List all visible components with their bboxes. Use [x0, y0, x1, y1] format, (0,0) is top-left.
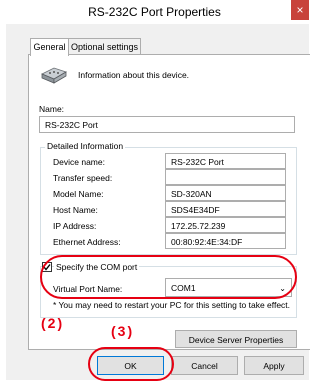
cancel-button[interactable]: Cancel: [171, 356, 238, 375]
ethernet-address-label: Ethernet Address:: [53, 237, 121, 247]
device-info-text: Information about this device.: [78, 70, 190, 80]
annotation-circle-ok: [88, 347, 174, 381]
model-name-field: SD-320AN: [165, 185, 286, 201]
host-name-label: Host Name:: [53, 205, 98, 215]
ip-address-field: 172.25.72.239: [165, 217, 286, 233]
annotation-circle-com: [40, 255, 297, 299]
model-name-label: Model Name:: [53, 189, 104, 199]
restart-note: * You may need to restart your PC for th…: [53, 300, 291, 310]
transfer-speed-label: Transfer speed:: [53, 173, 113, 183]
device-name-field: RS-232C Port: [165, 153, 286, 169]
annotation-number-2: (2): [41, 315, 65, 331]
detailed-info-label: Detailed Information: [45, 141, 126, 151]
host-name-field: SDS4E34DF: [165, 201, 286, 217]
ip-address-label: IP Address:: [53, 221, 97, 231]
apply-button[interactable]: Apply: [244, 356, 304, 375]
ethernet-address-field: 00:80:92:4E:34:DF: [165, 233, 286, 249]
close-button[interactable]: ×: [291, 0, 309, 20]
name-label: Name:: [39, 104, 65, 114]
name-field[interactable]: RS-232C Port: [39, 116, 295, 133]
serial-port-icon: [40, 64, 68, 86]
transfer-speed-field: [165, 169, 286, 185]
device-server-properties-button[interactable]: Device Server Properties: [175, 330, 297, 348]
device-name-label: Device name:: [53, 157, 105, 167]
tab-general[interactable]: General: [30, 38, 69, 56]
window-title: RS-232C Port Properties: [88, 5, 221, 19]
annotation-number-3: (3): [111, 323, 135, 339]
tab-optional-settings[interactable]: Optional settings: [68, 38, 141, 55]
